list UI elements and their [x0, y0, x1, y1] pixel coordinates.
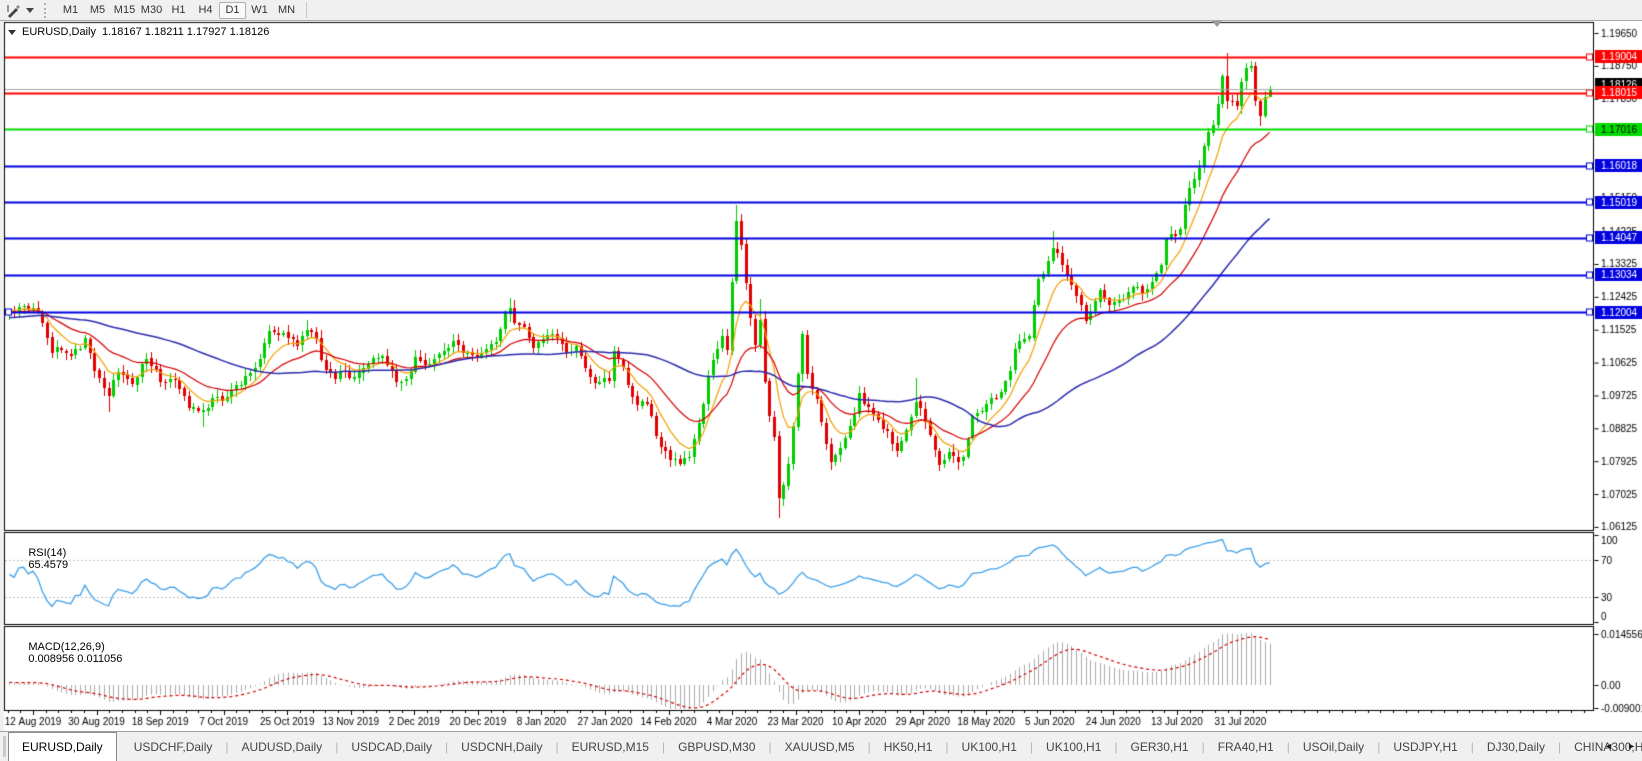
tabbar-grip	[3, 736, 6, 757]
tab-scroll-right-icon[interactable]: ►	[1627, 741, 1636, 751]
price-chart-canvas[interactable]	[0, 21, 1642, 731]
chevron-down-icon[interactable]	[26, 7, 34, 13]
chart-tab-dj30-daily[interactable]: DJ30,Daily	[1474, 732, 1558, 761]
timeframe-button-h4[interactable]: H4	[192, 2, 219, 19]
toolbar: M1 M5 M15 M30 H1 H4 D1 W1 MN	[0, 0, 1642, 21]
rsi-indicator-title: RSI(14) 65.4579	[10, 535, 68, 583]
tab-scroll-left-icon[interactable]: ◄	[1604, 741, 1613, 751]
chart-tab-usdjpy-h1[interactable]: USDJPY,H1	[1380, 732, 1470, 761]
toolbar-separator	[306, 2, 307, 18]
rsi-label: RSI(14)	[28, 547, 67, 559]
chart-tab-uk100-h1[interactable]: UK100,H1	[1033, 732, 1114, 761]
timeframe-button-mn[interactable]: MN	[273, 2, 300, 19]
chart-tab-usdcnh-daily[interactable]: USDCNH,Daily	[448, 732, 555, 761]
macd-label: MACD(12,26,9)	[28, 641, 105, 653]
rsi-value: 65.4579	[28, 559, 69, 571]
chart-tab-audusd-daily[interactable]: AUDUSD,Daily	[229, 732, 336, 761]
timeframe-button-h1[interactable]: H1	[165, 2, 192, 19]
chart-shift-marker[interactable]	[1212, 21, 1222, 27]
timeframe-button-d1[interactable]: D1	[219, 1, 246, 19]
timeframe-button-m1[interactable]: M1	[57, 2, 84, 19]
chart-tab-eurusd-m15[interactable]: EURUSD,M15	[559, 732, 662, 761]
chart-tab-usdchf-daily[interactable]: USDCHF,Daily	[121, 732, 226, 761]
chart-tab-gbpusd-m30[interactable]: GBPUSD,M30	[665, 732, 768, 761]
timeframe-button-m30[interactable]: M30	[138, 2, 165, 19]
chart-title: EURUSD,Daily 1.18167 1.18211 1.17927 1.1…	[8, 26, 269, 38]
trading-platform-window: M1 M5 M15 M30 H1 H4 D1 W1 MN EURUSD,Daily 1.1816…	[0, 0, 1642, 761]
timeframe-button-m5[interactable]: M5	[84, 2, 111, 19]
symbol-dropdown-icon[interactable]	[8, 29, 16, 35]
timeframe-button-m15[interactable]: M15	[111, 2, 138, 19]
chart-tab-ger30-h1[interactable]: GER30,H1	[1118, 732, 1202, 761]
chart-tab-usoil-daily[interactable]: USOil,Daily	[1290, 732, 1377, 761]
timeframe-buttons: M1 M5 M15 M30 H1 H4 D1 W1 MN	[57, 1, 300, 19]
chart-tab-bar: EURUSD,Daily USDCHF,Daily | AUDUSD,Daily | US…	[0, 731, 1642, 761]
chart-tab-hk50-h1[interactable]: HK50,H1	[871, 732, 946, 761]
macd-indicator-title: MACD(12,26,9) 0.008956 0.011056	[10, 629, 122, 677]
chart-ohlc-values: 1.18167 1.18211 1.17927 1.18126	[101, 26, 270, 38]
chart-area: EURUSD,Daily 1.18167 1.18211 1.17927 1.1…	[0, 21, 1642, 731]
chart-tab-usdcad-daily[interactable]: USDCAD,Daily	[338, 732, 445, 761]
chart-tab-eurusd-daily[interactable]: EURUSD,Daily	[8, 732, 117, 761]
tab-scroll-buttons: ◄ ►	[1604, 731, 1636, 761]
macd-values: 0.008956 0.011056	[28, 653, 123, 665]
chart-tab-fra40-h1[interactable]: FRA40,H1	[1205, 732, 1287, 761]
chart-tab-xauusd-m5[interactable]: XAUUSD,M5	[772, 732, 868, 761]
chart-symbol-label: EURUSD,Daily	[22, 26, 96, 38]
chart-tab-uk100-h1[interactable]: UK100,H1	[949, 732, 1030, 761]
timeframe-button-w1[interactable]: W1	[246, 2, 273, 19]
chart-cursor-icon[interactable]	[4, 2, 22, 18]
toolbar-grip	[44, 2, 51, 18]
